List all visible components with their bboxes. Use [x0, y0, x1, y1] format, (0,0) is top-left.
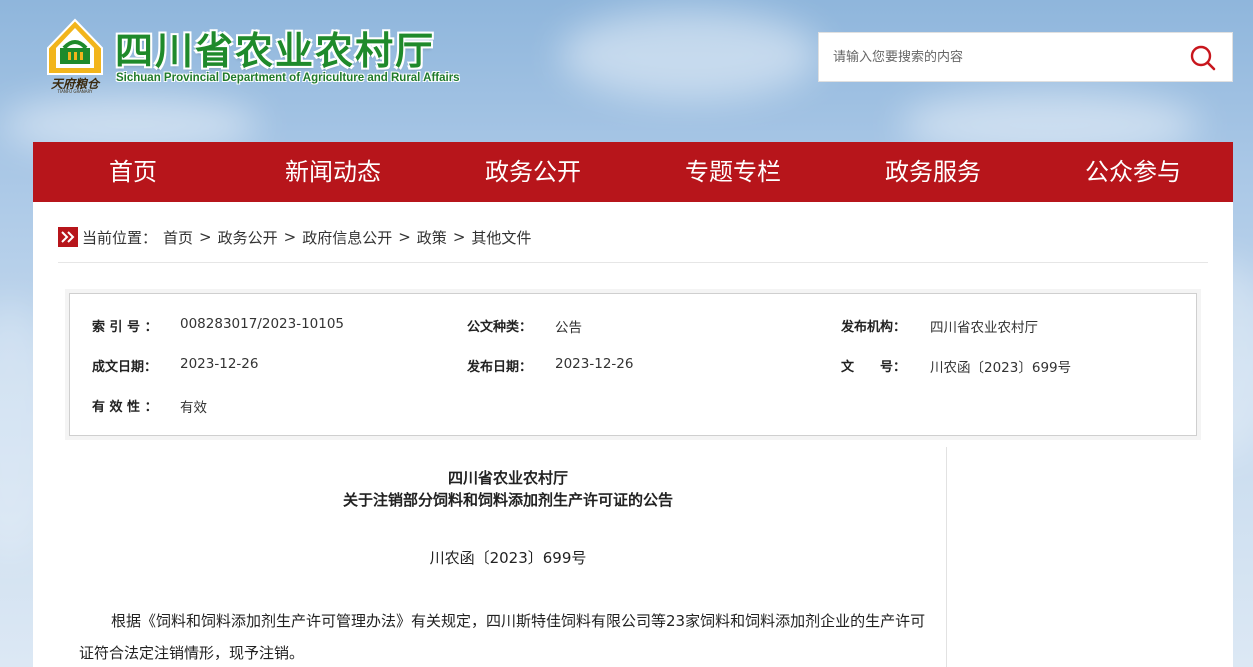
main-content: 当前位置： 首页 > 政务公开 > 政府信息公开 > 政策 > 其他文件 索 引…: [33, 202, 1233, 667]
created-date-label: 成文日期：: [92, 360, 158, 375]
published-date-value: 2023-12-26: [555, 356, 634, 372]
validity-value: 有效: [180, 400, 207, 416]
site-subtitle: Sichuan Provincial Department of Agricul…: [116, 72, 460, 84]
breadcrumb-separator: >: [398, 228, 411, 246]
article-title-line2: 关于注销部分饲料和饲料添加剂生产许可证的公告: [342, 491, 673, 509]
issuer-value: 四川省农业农村厅: [930, 320, 1038, 336]
breadcrumb-link-home[interactable]: 首页: [163, 227, 193, 248]
info-row-2: 成文日期： 2023-12-26 发布日期： 2023-12-26 文 号： 川…: [70, 356, 1196, 376]
breadcrumb-link-gov-info[interactable]: 政府信息公开: [302, 227, 392, 248]
article-title-line1: 四川省农业农村厅: [447, 469, 568, 487]
index-label: 索 引 号 ：: [92, 320, 158, 335]
article: 四川省农业农村厅 关于注销部分饲料和饲料添加剂生产许可证的公告 川农函〔2023…: [69, 447, 947, 667]
breadcrumb-separator: >: [283, 228, 297, 246]
breadcrumb: 当前位置： 首页 > 政务公开 > 政府信息公开 > 政策 > 其他文件: [58, 226, 531, 248]
info-row-3: 有 效 性 ： 有效: [70, 396, 1196, 416]
info-row-1: 索 引 号 ： 008283017/2023-10105 公文种类： 公告 发布…: [70, 316, 1196, 336]
search-box: [818, 32, 1233, 82]
breadcrumb-separator: >: [199, 228, 212, 246]
site-title[interactable]: 四川省农业农村厅: [115, 20, 435, 75]
document-info-box: 索 引 号 ： 008283017/2023-10105 公文种类： 公告 发布…: [69, 293, 1197, 436]
issuer-label: 发布机构：: [841, 320, 907, 335]
breadcrumb-divider: [58, 262, 1208, 263]
nav-item-participation[interactable]: 公众参与: [1033, 142, 1233, 202]
doc-number-value: 川农函〔2023〕699号: [930, 360, 1072, 376]
doc-number-label: 文 号：: [841, 360, 907, 375]
breadcrumb-separator: >: [452, 228, 466, 246]
site-header: 天府粮仓 TIANFU GRANARY 四川省农业农村厅 Sichuan Pro…: [0, 0, 1253, 142]
search-icon: [1190, 45, 1216, 71]
breadcrumb-link-policy[interactable]: 政策: [417, 227, 447, 248]
nav-item-home[interactable]: 首页: [33, 142, 233, 202]
nav-item-gov-affairs[interactable]: 政务公开: [433, 142, 633, 202]
nav-item-news[interactable]: 新闻动态: [233, 142, 433, 202]
site-logo-emblem[interactable]: 天府粮仓 TIANFU GRANARY: [44, 18, 106, 94]
breadcrumb-link-gov-affairs[interactable]: 政务公开: [218, 227, 278, 248]
main-nav: 首页 新闻动态 政务公开 专题专栏 政务服务 公众参与: [33, 142, 1233, 202]
breadcrumb-prefix: 当前位置：: [82, 228, 158, 247]
published-date-label: 发布日期：: [467, 360, 533, 375]
doc-type-value: 公告: [555, 320, 582, 336]
search-input[interactable]: [819, 33, 1174, 81]
validity-label: 有 效 性 ：: [92, 400, 158, 415]
logo-emblem-subtext: TIANFU GRANARY: [57, 89, 94, 94]
search-button[interactable]: [1188, 43, 1218, 73]
index-value: 008283017/2023-10105: [180, 316, 345, 332]
doc-type-label: 公文种类：: [467, 320, 533, 335]
created-date-value: 2023-12-26: [180, 356, 259, 372]
article-doc-number: 川农函〔2023〕699号: [429, 549, 587, 567]
nav-item-services[interactable]: 政务服务: [833, 142, 1033, 202]
article-paragraph: 根据《饲料和饲料添加剂生产许可管理办法》有关规定，四川斯特佳饲料有限公司等23家…: [79, 612, 926, 662]
nav-item-topics[interactable]: 专题专栏: [633, 142, 833, 202]
breadcrumb-link-other-docs[interactable]: 其他文件: [471, 227, 531, 248]
double-chevron-right-icon: [58, 227, 78, 247]
